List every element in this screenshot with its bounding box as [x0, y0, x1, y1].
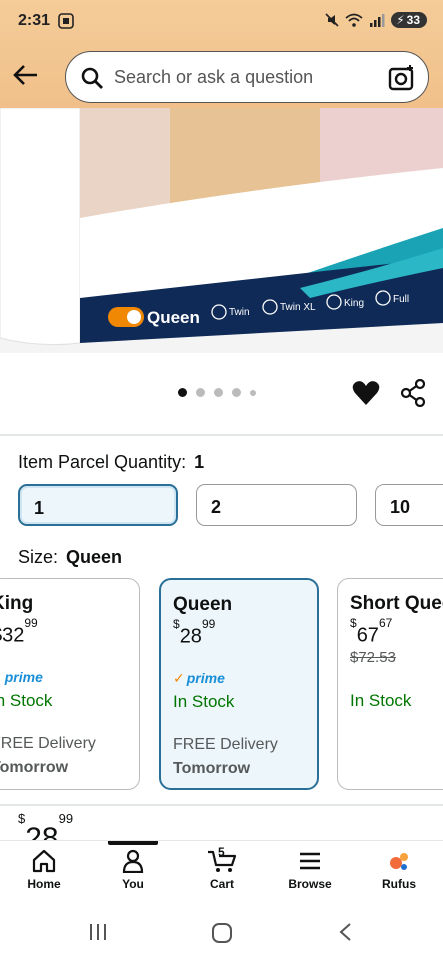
prime-label: prime: [4, 669, 43, 685]
quantity-option-label: 2: [211, 497, 222, 517]
carousel-dots[interactable]: [178, 388, 256, 397]
size-card-name: King: [0, 593, 34, 614]
product-image[interactable]: Queen Twin Twin XL King Full: [0, 108, 443, 353]
carousel-dot[interactable]: [232, 388, 241, 397]
carousel-dot[interactable]: [214, 388, 223, 397]
prime-badge: ✓prime: [0, 669, 43, 686]
nav-label: Rufus: [382, 877, 416, 891]
nav-home[interactable]: Home: [9, 849, 79, 891]
nav-browse[interactable]: Browse: [275, 849, 345, 891]
quantity-option-1[interactable]: 1: [18, 484, 178, 526]
quantity-option-label: 10: [390, 497, 411, 517]
battery-indicator: ⚡ 33: [391, 12, 427, 28]
wifi-icon: [345, 13, 363, 27]
delivery-date: Tomorrow: [173, 760, 251, 777]
product-photo: Queen Twin Twin XL King Full: [0, 108, 443, 353]
size-card-short-queen[interactable]: Short Queen $6767 $72.53 In Stock: [337, 578, 443, 790]
price-fraction: 99: [24, 616, 38, 630]
quantity-option-10[interactable]: 10: [375, 484, 443, 526]
bottom-nav: Home You 5 Cart Browse Rufus: [0, 840, 443, 904]
heart-icon[interactable]: [352, 380, 380, 406]
share-icon[interactable]: [400, 379, 426, 407]
price-whole: 67: [356, 624, 379, 647]
signal-icon: [370, 14, 385, 27]
back-arrow-icon[interactable]: [12, 62, 40, 88]
hero-size-king: King: [344, 298, 364, 309]
nav-label: Home: [27, 877, 61, 891]
delivery-date: Tomorrow: [0, 759, 69, 776]
battery-level: 33: [406, 13, 420, 27]
size-selected-value: Queen: [66, 547, 123, 567]
recent-apps-icon[interactable]: [88, 922, 108, 942]
delivery-label: FREE Delivery: [0, 735, 96, 752]
stock-status: In Stock: [173, 692, 235, 711]
size-card-king[interactable]: King $3299 ✓prime In Stock FREE Delivery…: [0, 578, 140, 790]
camera-search-icon[interactable]: [388, 64, 416, 92]
active-tab-indicator: [108, 841, 158, 845]
system-nav-bar: [0, 904, 443, 960]
nav-label: You: [122, 877, 144, 891]
size-card-price: $3299: [0, 616, 38, 648]
carousel-dot[interactable]: [250, 389, 256, 396]
stock-status: In Stock: [350, 691, 412, 710]
size-label-text: Size:: [18, 547, 59, 567]
size-card-price: $2899: [173, 617, 216, 648]
rufus-icon: [390, 853, 408, 870]
quantity-option-2[interactable]: 2: [196, 484, 357, 526]
stock-status: In Stock: [0, 691, 53, 710]
status-time: 2:31: [18, 12, 51, 29]
prime-check-icon: ✓: [0, 669, 3, 685]
nav-cart[interactable]: 5 Cart: [187, 845, 257, 891]
hero-size-queen: Queen: [147, 308, 200, 327]
quantity-option-label: 1: [34, 498, 45, 518]
bolt-icon: ⚡: [396, 13, 405, 27]
nav-you[interactable]: You: [98, 849, 168, 891]
delivery-label: FREE Delivery: [173, 736, 278, 753]
prime-check-icon: ✓: [173, 670, 185, 686]
quantity-label: Item Parcel Quantity: 1: [18, 452, 204, 473]
screenshot-icon: [58, 13, 74, 29]
hero-size-full: Full: [393, 294, 409, 305]
search-bar[interactable]: Search or ask a question: [65, 51, 429, 103]
price-whole: 28: [179, 625, 202, 648]
divider: [0, 804, 443, 806]
size-card-name: Short Queen: [350, 593, 443, 614]
search-input[interactable]: Search or ask a question: [114, 67, 313, 88]
price-fraction: 99: [201, 617, 216, 631]
hero-size-twin-xl: Twin XL: [280, 302, 316, 313]
quantity-selected-value: 1: [194, 452, 205, 472]
nav-label: Browse: [288, 877, 332, 891]
quantity-label-text: Item Parcel Quantity:: [18, 452, 187, 472]
divider: [0, 434, 443, 436]
prime-label: prime: [186, 670, 225, 686]
search-icon: [81, 67, 103, 89]
menu-icon: [300, 852, 320, 870]
size-card-price: $6767: [350, 616, 393, 647]
size-label: Size: Queen: [18, 547, 122, 568]
nav-rufus[interactable]: Rufus: [364, 849, 434, 891]
nav-label: Cart: [209, 877, 234, 891]
home-icon: [32, 849, 56, 873]
carousel-dot[interactable]: [178, 388, 187, 397]
system-back-icon[interactable]: [337, 922, 353, 942]
price-symbol: $: [18, 811, 26, 826]
list-price: $72.53: [350, 649, 396, 666]
price-whole: 32: [2, 624, 25, 647]
mute-icon: [325, 13, 339, 27]
price-fraction: 99: [58, 811, 74, 826]
person-icon: [122, 849, 144, 873]
hero-size-twin: Twin: [229, 307, 250, 318]
status-bar: 2:31 ⚡ 33: [0, 0, 443, 44]
carousel-dot[interactable]: [196, 388, 205, 397]
cart-count-badge: 5: [218, 845, 225, 859]
home-button-icon[interactable]: [211, 922, 233, 944]
price-fraction: 67: [378, 616, 393, 630]
prime-badge: ✓prime: [173, 670, 225, 687]
size-card-queen[interactable]: Queen $2899 ✓ prime In Stock FREE Deliver…: [159, 578, 319, 790]
size-card-name: Queen: [173, 594, 233, 615]
